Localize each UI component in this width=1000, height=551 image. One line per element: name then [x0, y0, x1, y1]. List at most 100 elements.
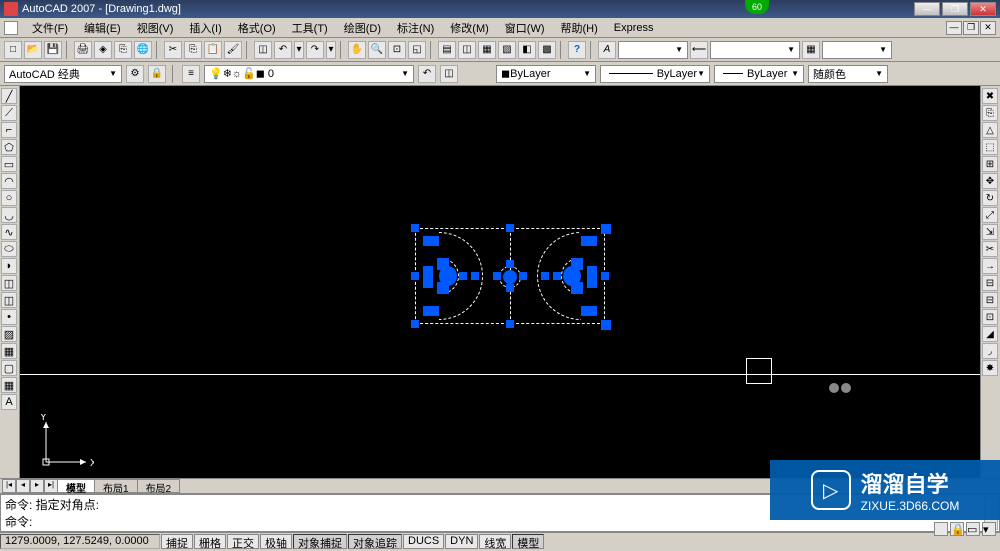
- linetype-combo[interactable]: ByLayer▼: [600, 65, 710, 83]
- stretch-icon[interactable]: ⇲: [982, 224, 998, 240]
- menu-draw[interactable]: 绘图(D): [336, 18, 389, 38]
- point-icon[interactable]: •: [1, 309, 17, 325]
- copy-icon[interactable]: ⎘: [184, 41, 202, 59]
- dyn-toggle[interactable]: DYN: [445, 534, 478, 549]
- tab-model[interactable]: 模型: [57, 479, 95, 493]
- menu-file[interactable]: 文件(F): [24, 18, 76, 38]
- menu-dimension[interactable]: 标注(N): [389, 18, 442, 38]
- polyline-icon[interactable]: ⌐: [1, 122, 17, 138]
- markup-icon[interactable]: ◧: [518, 41, 536, 59]
- workspace-lock-icon[interactable]: 🔒: [148, 65, 166, 83]
- tablestyle-icon[interactable]: ▦: [802, 41, 820, 59]
- new-icon[interactable]: □: [4, 41, 22, 59]
- construction-line-icon[interactable]: ⟋: [1, 105, 17, 121]
- menu-modify[interactable]: 修改(M): [442, 18, 497, 38]
- copy-modify-icon[interactable]: ⎘: [982, 105, 998, 121]
- ortho-toggle[interactable]: 正交: [227, 534, 259, 549]
- trim-icon[interactable]: ✂: [982, 241, 998, 257]
- tray-lock-icon[interactable]: 🔒: [950, 522, 964, 536]
- tray-clean-icon[interactable]: ▭: [966, 522, 980, 536]
- grip[interactable]: [411, 272, 419, 280]
- tray-expand-icon[interactable]: ▾: [982, 522, 996, 536]
- ellipse-arc-icon[interactable]: ◗: [1, 258, 17, 274]
- tab-next-button[interactable]: ▸: [30, 479, 44, 493]
- tab-last-button[interactable]: ▸|: [44, 479, 58, 493]
- tablestyle-combo[interactable]: ▼: [822, 41, 892, 59]
- properties-icon[interactable]: ▤: [438, 41, 456, 59]
- arc-icon[interactable]: ◠: [1, 173, 17, 189]
- doc-minimize-button[interactable]: —: [946, 21, 962, 35]
- publish-icon[interactable]: ⎘: [114, 41, 132, 59]
- tab-layout2[interactable]: 布局2: [137, 479, 181, 493]
- ducs-toggle[interactable]: DUCS: [403, 534, 444, 549]
- polar-toggle[interactable]: 极轴: [260, 534, 292, 549]
- tab-prev-button[interactable]: ◂: [16, 479, 30, 493]
- grip[interactable]: [506, 320, 514, 328]
- insert-block-icon[interactable]: ◫: [1, 275, 17, 291]
- menu-insert[interactable]: 插入(I): [181, 18, 229, 38]
- open-icon[interactable]: 📂: [24, 41, 42, 59]
- join-icon[interactable]: ⊡: [982, 309, 998, 325]
- cut-icon[interactable]: ✂: [164, 41, 182, 59]
- lineweight-combo[interactable]: ByLayer▼: [714, 65, 804, 83]
- break-at-point-icon[interactable]: ⊟: [982, 275, 998, 291]
- dimstyle-combo[interactable]: ▼: [710, 41, 800, 59]
- menu-edit[interactable]: 编辑(E): [76, 18, 129, 38]
- pan-icon[interactable]: ✋: [348, 41, 366, 59]
- line-icon[interactable]: ╱: [1, 88, 17, 104]
- table-icon[interactable]: ▦: [1, 377, 17, 393]
- save-icon[interactable]: 💾: [44, 41, 62, 59]
- extend-icon[interactable]: →: [982, 258, 998, 274]
- undo-icon[interactable]: ↶: [274, 41, 292, 59]
- model-toggle[interactable]: 模型: [512, 534, 544, 549]
- doc-icon[interactable]: [4, 21, 18, 35]
- ellipse-icon[interactable]: ⬭: [1, 241, 17, 257]
- menu-express[interactable]: Express: [606, 20, 662, 36]
- quickcalc-icon[interactable]: ▩: [538, 41, 556, 59]
- spline-icon[interactable]: ∿: [1, 224, 17, 240]
- workspace-settings-icon[interactable]: ⚙: [126, 65, 144, 83]
- menu-window[interactable]: 窗口(W): [497, 18, 553, 38]
- dimstyle-icon[interactable]: ⟵: [690, 41, 708, 59]
- rectangle-icon[interactable]: ▭: [1, 156, 17, 172]
- redo-icon[interactable]: ↷: [306, 41, 324, 59]
- move-icon[interactable]: ✥: [982, 173, 998, 189]
- match-prop-icon[interactable]: 🖌: [224, 41, 242, 59]
- hatch-icon[interactable]: ▨: [1, 326, 17, 342]
- color-combo[interactable]: ◼ ByLayer▼: [496, 65, 596, 83]
- plot-preview-icon[interactable]: ◈: [94, 41, 112, 59]
- zoom-realtime-icon[interactable]: 🔍: [368, 41, 386, 59]
- layer-combo[interactable]: 💡❄☼🔓◼ 0▼: [204, 65, 414, 83]
- doc-restore-button[interactable]: ❐: [963, 21, 979, 35]
- tab-first-button[interactable]: |◂: [2, 479, 16, 493]
- osnap-toggle[interactable]: 对象捕捉: [293, 534, 347, 549]
- plot-icon[interactable]: 🖨: [74, 41, 92, 59]
- drawing-viewport[interactable]: X Y: [20, 86, 980, 478]
- otrack-toggle[interactable]: 对象追踪: [348, 534, 402, 549]
- layer-states-icon[interactable]: ◫: [440, 65, 458, 83]
- redo-dropdown-icon[interactable]: ▾: [326, 41, 336, 59]
- textstyle-icon[interactable]: A: [598, 41, 616, 59]
- make-block-icon[interactable]: ◫: [1, 292, 17, 308]
- revision-cloud-icon[interactable]: ◡: [1, 207, 17, 223]
- circle-icon[interactable]: ○: [1, 190, 17, 206]
- layer-previous-icon[interactable]: ↶: [418, 65, 436, 83]
- region-icon[interactable]: ▢: [1, 360, 17, 376]
- close-button[interactable]: ✕: [970, 2, 996, 16]
- textstyle-combo[interactable]: ▼: [618, 41, 688, 59]
- break-icon[interactable]: ⊟: [982, 292, 998, 308]
- fillet-icon[interactable]: ◞: [982, 343, 998, 359]
- design-center-icon[interactable]: ◫: [458, 41, 476, 59]
- tool-palettes-icon[interactable]: ▦: [478, 41, 496, 59]
- maximize-button[interactable]: ❐: [942, 2, 968, 16]
- explode-icon[interactable]: ✸: [982, 360, 998, 376]
- publish-web-icon[interactable]: 🌐: [134, 41, 152, 59]
- menu-help[interactable]: 帮助(H): [553, 18, 606, 38]
- mtext-icon[interactable]: A: [1, 394, 17, 410]
- erase-icon[interactable]: ✖: [982, 88, 998, 104]
- paste-icon[interactable]: 📋: [204, 41, 222, 59]
- menu-tools[interactable]: 工具(T): [284, 18, 336, 38]
- scale-icon[interactable]: ⤢: [982, 207, 998, 223]
- workspace-combo[interactable]: AutoCAD 经典▼: [4, 65, 122, 83]
- coordinates-display[interactable]: 1279.0009, 127.5249, 0.0000: [0, 534, 160, 549]
